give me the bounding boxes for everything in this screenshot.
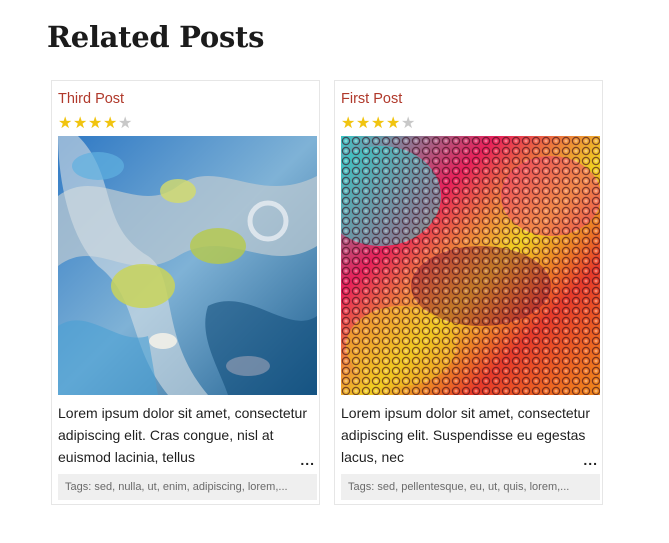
star-filled-icon: ★ <box>73 113 88 132</box>
read-more-ellipsis[interactable]: ... <box>579 453 598 467</box>
star-empty-icon: ★ <box>401 113 416 132</box>
star-filled-icon: ★ <box>58 113 73 132</box>
post-excerpt: Lorem ipsum dolor sit amet, consectetur … <box>341 405 590 465</box>
star-filled-icon: ★ <box>341 113 356 132</box>
star-rating: ★ ★ ★ ★ ★ <box>341 115 416 133</box>
post-thumbnail-image[interactable] <box>341 136 600 395</box>
related-posts-heading: Related Posts <box>47 20 265 54</box>
star-empty-icon: ★ <box>118 113 133 132</box>
post-title-link[interactable]: Third Post <box>58 91 124 107</box>
related-post-card: First Post ★ ★ ★ ★ ★ Lorem ipsum dolor s… <box>334 80 603 505</box>
star-filled-icon: ★ <box>386 113 401 132</box>
post-title-link[interactable]: First Post <box>341 91 402 107</box>
star-rating: ★ ★ ★ ★ ★ <box>58 115 133 133</box>
star-filled-icon: ★ <box>103 113 118 132</box>
post-tags: Tags: sed, nulla, ut, enim, adipiscing, … <box>58 474 317 500</box>
star-filled-icon: ★ <box>88 113 103 132</box>
star-filled-icon: ★ <box>356 113 371 132</box>
post-tags: Tags: sed, pellentesque, eu, ut, quis, l… <box>341 474 600 500</box>
star-filled-icon: ★ <box>371 113 386 132</box>
post-thumbnail-image[interactable] <box>58 136 317 395</box>
read-more-ellipsis[interactable]: ... <box>296 453 315 467</box>
post-excerpt: Lorem ipsum dolor sit amet, consectetur … <box>58 405 307 465</box>
related-post-card: Third Post ★ ★ ★ ★ ★ Lorem ipsum dolor s… <box>51 80 320 505</box>
